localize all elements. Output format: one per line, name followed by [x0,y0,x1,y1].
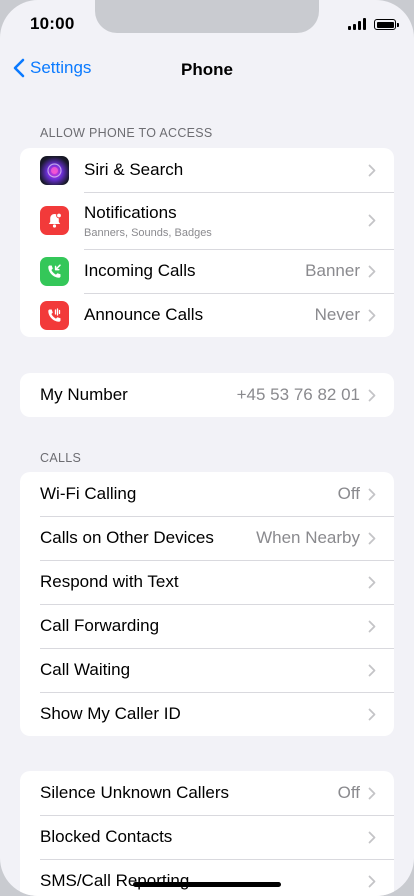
row-label: Siri & Search [84,160,184,179]
section-header-calls: CALLS [40,451,82,465]
row-value: When Nearby [256,528,360,547]
home-indicator[interactable] [133,882,281,887]
chevron-right-icon [368,787,376,799]
row-value: Off [337,783,360,802]
status-icons [348,16,399,30]
row-label: Blocked Contacts [40,827,173,846]
calls-other-devices-row[interactable]: Calls on Other Devices When Nearby [20,516,394,560]
chevron-right-icon [368,532,376,544]
sms-call-reporting-row[interactable]: SMS/Call Reporting [20,859,394,896]
row-value: +45 53 76 82 01 [236,385,360,404]
chevron-right-icon [368,488,376,500]
navigation-bar: Settings Phone [0,52,414,88]
row-label: SMS/Call Reporting [40,871,190,890]
respond-with-text-row[interactable]: Respond with Text [20,560,394,604]
row-label: My Number [40,385,128,404]
chevron-right-icon [368,664,376,676]
row-label: Wi-Fi Calling [40,484,137,503]
row-label: Call Waiting [40,660,131,679]
notch [95,0,319,33]
my-number-row[interactable]: My Number +45 53 76 82 01 [20,373,394,417]
chevron-right-icon [368,214,376,227]
incoming-calls-icon [40,256,69,286]
row-label: Call Forwarding [40,616,160,635]
signal-icon [348,18,366,30]
row-label: Silence Unknown Callers [40,783,229,802]
notifications-row[interactable]: Notifications Banners, Sounds, Badges [20,192,394,249]
chevron-right-icon [368,620,376,632]
row-label: Show My Caller ID [40,704,181,723]
chevron-right-icon [368,708,376,720]
silence-unknown-callers-row[interactable]: Silence Unknown Callers Off [20,771,394,815]
calls-group: Wi-Fi Calling Off Calls on Other Devices… [20,472,394,736]
wifi-calling-row[interactable]: Wi-Fi Calling Off [20,472,394,516]
chevron-right-icon [368,265,376,277]
row-label: Respond with Text [40,572,179,591]
blocking-group: Silence Unknown Callers Off Blocked Cont… [20,771,394,896]
status-bar: 10:00 [0,0,414,48]
row-sublabel: Banners, Sounds, Badges [84,226,212,239]
chevron-right-icon [368,164,376,176]
call-forwarding-row[interactable]: Call Forwarding [20,604,394,648]
row-value: Off [337,484,360,503]
chevron-right-icon [368,309,376,321]
access-group: Siri & Search Notifications Banners, Sou… [20,148,394,337]
show-caller-id-row[interactable]: Show My Caller ID [20,692,394,736]
announce-calls-icon [40,300,69,330]
row-value: Never [314,305,360,324]
my-number-group: My Number +45 53 76 82 01 [20,373,394,417]
page-title: Phone [181,60,233,79]
row-label: Announce Calls [84,305,204,324]
blocked-contacts-row[interactable]: Blocked Contacts [20,815,394,859]
announce-calls-row[interactable]: Announce Calls Never [20,293,394,337]
phone-settings-screen: 10:00 Settings Phone ALLOW PHONE TO ACCE… [0,0,414,896]
battery-icon [374,19,399,30]
incoming-calls-row[interactable]: Incoming Calls Banner [20,249,394,293]
chevron-right-icon [368,389,376,401]
call-waiting-row[interactable]: Call Waiting [20,648,394,692]
status-time: 10:00 [30,14,75,33]
chevron-right-icon [368,831,376,843]
row-value: Banner [305,261,360,280]
chevron-right-icon [368,576,376,588]
section-header-access: ALLOW PHONE TO ACCESS [40,126,213,140]
row-label: Notifications [84,202,177,222]
siri-icon [40,155,69,185]
chevron-right-icon [368,875,376,887]
notifications-icon [40,206,69,235]
siri-search-row[interactable]: Siri & Search [20,148,394,192]
row-label: Incoming Calls [84,261,196,280]
row-label: Calls on Other Devices [40,528,214,547]
